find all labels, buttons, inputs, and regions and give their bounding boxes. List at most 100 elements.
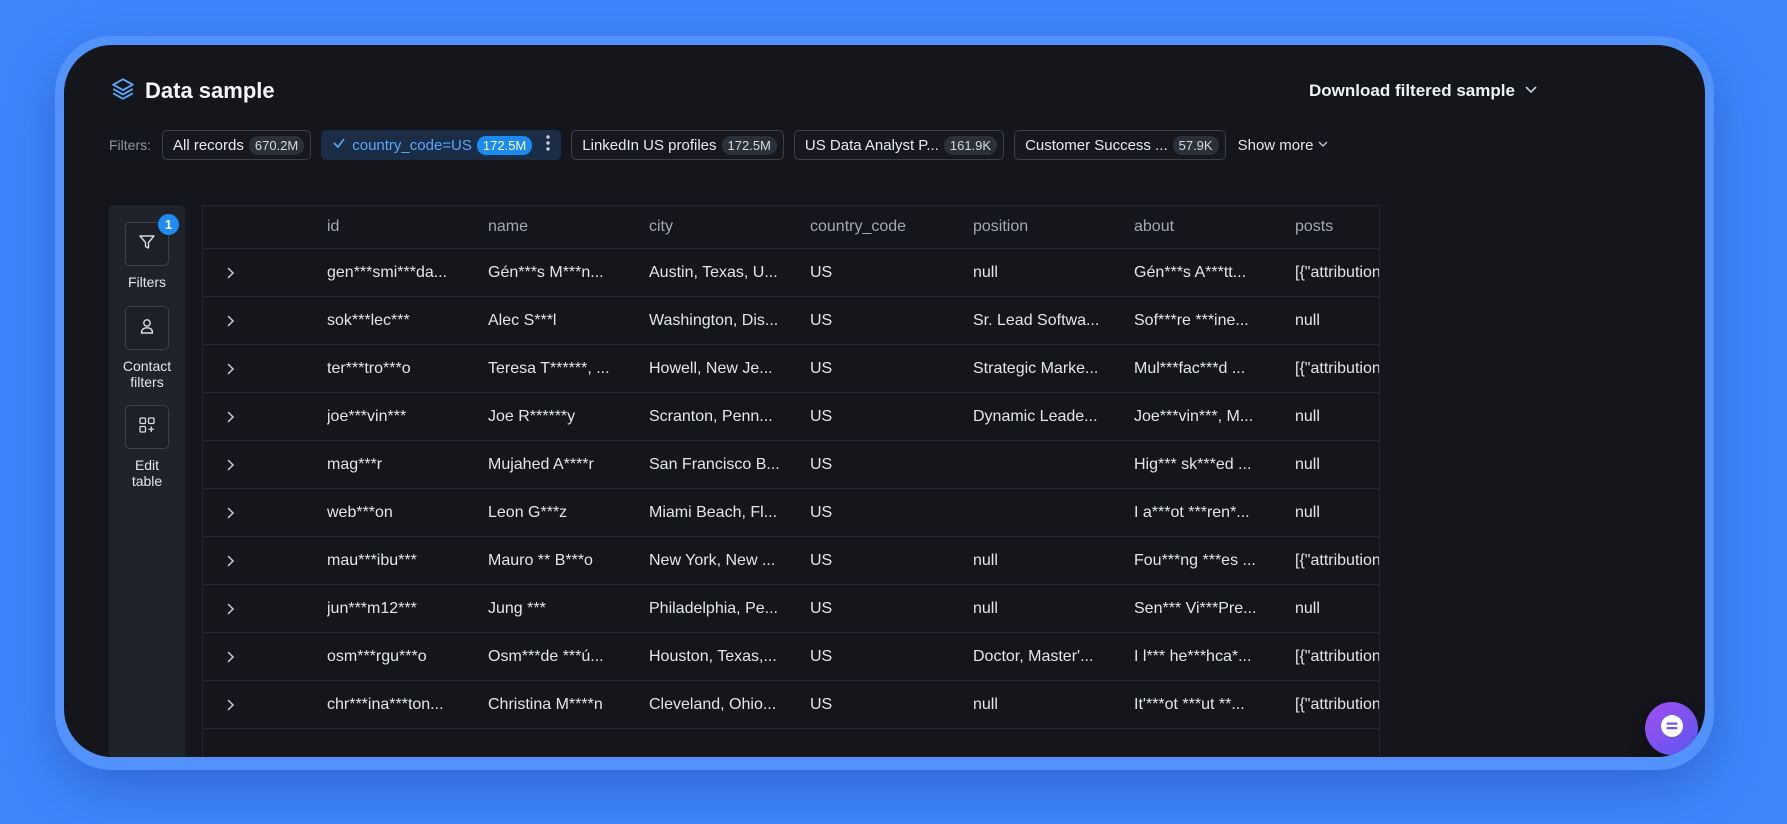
show-more-button[interactable]: Show more — [1238, 137, 1330, 154]
cell-name: Mujahed A****r — [488, 455, 594, 473]
table-row[interactable]: web***on Leon G***z Miami Beach, Fl... US I … — [203, 489, 1379, 537]
cell-country-code: US — [810, 647, 833, 665]
table-header-row: id name city country_code position about… — [203, 206, 1379, 249]
cell-country-code: US — [810, 311, 833, 329]
cell-id: web***on — [327, 503, 393, 521]
layers-icon — [110, 76, 136, 107]
contact-filters-label-line1: Contact — [122, 358, 172, 374]
filter-chip-all-records[interactable]: All records 670.2M — [162, 130, 312, 160]
column-header-about[interactable]: about — [1134, 206, 1174, 248]
chevron-right-icon[interactable] — [223, 633, 237, 680]
cell-id: mag***r — [327, 455, 383, 473]
chevron-down-icon — [1313, 137, 1329, 154]
cell-city: Houston, Texas,... — [649, 647, 777, 665]
cell-city: Scranton, Penn... — [649, 407, 773, 425]
chip-label: US Data Analyst P... — [804, 136, 939, 154]
download-label: Download filtered sample — [1309, 81, 1515, 100]
check-icon — [332, 136, 352, 154]
chevron-right-icon[interactable] — [223, 537, 237, 584]
cell-name: Alec S***l — [488, 311, 557, 329]
cell-name: Leon G***z — [488, 503, 568, 521]
filter-icon — [137, 232, 157, 257]
chevron-right-icon[interactable] — [223, 681, 237, 728]
data-sample-panel: Data sample Download filtered sample Fil… — [64, 45, 1705, 757]
chip-count: 172.5M — [721, 135, 777, 155]
table-row[interactable]: jun***m12*** Jung *** Philadelphia, Pe... U… — [203, 585, 1379, 633]
chevron-right-icon[interactable] — [223, 441, 237, 488]
column-header-id[interactable]: id — [327, 206, 339, 248]
cell-about: Joe***vin***, M... — [1134, 407, 1254, 425]
chevron-down-icon — [1515, 81, 1539, 102]
cell-name: Christina M****n — [488, 695, 603, 713]
filter-chip-country-code[interactable]: country_code=US 172.5M — [321, 130, 562, 160]
chevron-right-icon[interactable] — [223, 489, 237, 536]
contact-filters-button[interactable]: Contact filters — [109, 306, 185, 390]
cell-id: sok***lec*** — [327, 311, 410, 329]
edit-table-button[interactable]: Edit table — [109, 405, 185, 489]
cell-city: Washington, Dis... — [649, 311, 779, 329]
edit-table-label-line2: table — [131, 473, 163, 489]
cell-posts: null — [1295, 599, 1320, 617]
cell-city: Miami Beach, Fl... — [649, 503, 778, 521]
cell-about: Mul***fac***d ... — [1134, 359, 1246, 377]
cell-name: Osm***de ***ú... — [488, 647, 604, 665]
cell-name: Mauro ** B***o — [488, 551, 593, 569]
table-row[interactable]: ter***tro***o Teresa T******, ... Howell, … — [203, 345, 1379, 393]
cell-position: Strategic Marke... — [973, 359, 1099, 377]
chip-count: 172.5M — [476, 135, 533, 155]
cell-posts: null — [1295, 407, 1320, 425]
chevron-right-icon[interactable] — [223, 249, 237, 296]
cell-about: Hig*** sk***ed ... — [1134, 455, 1252, 473]
chevron-right-icon[interactable] — [223, 345, 237, 392]
cell-country-code: US — [810, 599, 833, 617]
cell-position: Dynamic Leade... — [973, 407, 1098, 425]
title-bar: Data sample — [110, 73, 275, 109]
cell-id: osm***rgu***o — [327, 647, 427, 665]
kebab-icon[interactable] — [532, 134, 556, 156]
chip-label: country_code=US — [352, 136, 472, 154]
column-header-position[interactable]: position — [973, 206, 1028, 248]
chat-support-button[interactable] — [1645, 702, 1698, 755]
table-row[interactable]: mau***ibu*** Mauro ** B***o New York, New … — [203, 537, 1379, 585]
table-row[interactable]: gen***smi***da... Gén***s M***n... Austin,… — [203, 249, 1380, 297]
cell-posts: [{"attribution — [1295, 263, 1380, 281]
table-row[interactable]: sok***lec*** Alec S***l Washington, Dis...… — [203, 297, 1379, 345]
chevron-right-icon[interactable] — [223, 297, 237, 344]
filter-chip-customer-success[interactable]: Customer Success ... 57.9K — [1014, 130, 1226, 160]
column-header-country-code[interactable]: country_code — [810, 206, 906, 248]
chevron-right-icon[interactable] — [223, 585, 237, 632]
cell-city: Philadelphia, Pe... — [649, 599, 778, 617]
download-filtered-sample-button[interactable]: Download filtered sample — [1309, 75, 1539, 107]
filter-chip-us-data-analyst[interactable]: US Data Analyst P... 161.9K — [793, 130, 1005, 160]
cell-position: null — [973, 599, 998, 617]
user-icon — [137, 316, 157, 341]
table-row[interactable]: osm***rgu***o Osm***de ***ú... Houston, Te… — [203, 633, 1379, 681]
edit-table-button-box[interactable] — [125, 405, 169, 449]
table-row[interactable]: mag***r Mujahed A****r San Francisco B... U… — [203, 441, 1379, 489]
chevron-right-icon[interactable] — [223, 393, 237, 440]
filters-button-box[interactable]: 1 — [125, 214, 179, 266]
chip-label: Customer Success ... — [1025, 136, 1168, 154]
cell-posts: [{"attribution — [1295, 695, 1380, 713]
table-row[interactable]: joe***vin*** Joe R******y Scranton, Penn..… — [203, 393, 1379, 441]
cell-id: mau***ibu*** — [327, 551, 417, 569]
cell-city: Howell, New Je... — [649, 359, 773, 377]
cell-name: Joe R******y — [488, 407, 576, 425]
cell-country-code: US — [810, 503, 833, 521]
filters-button[interactable]: 1 Filters — [109, 214, 185, 290]
cell-position: null — [973, 695, 998, 713]
filter-chip-linkedin-us-profiles[interactable]: LinkedIn US profiles 172.5M — [571, 130, 784, 160]
chat-icon — [1658, 712, 1686, 745]
column-header-name[interactable]: name — [488, 206, 528, 248]
table-row[interactable]: chr***ina***ton... Christina M****n Clevel… — [203, 681, 1380, 729]
chip-label: All records — [173, 136, 244, 154]
column-header-posts[interactable]: posts — [1295, 206, 1333, 248]
cell-country-code: US — [810, 455, 833, 473]
show-more-label: Show more — [1237, 136, 1314, 154]
cell-city: Austin, Texas, U... — [649, 263, 778, 281]
column-header-city[interactable]: city — [649, 206, 673, 248]
contact-filters-button-box[interactable] — [125, 306, 169, 350]
chip-count: 670.2M — [248, 135, 305, 155]
cell-position: Sr. Lead Softwa... — [973, 311, 1100, 329]
cell-id: joe***vin*** — [327, 407, 407, 425]
